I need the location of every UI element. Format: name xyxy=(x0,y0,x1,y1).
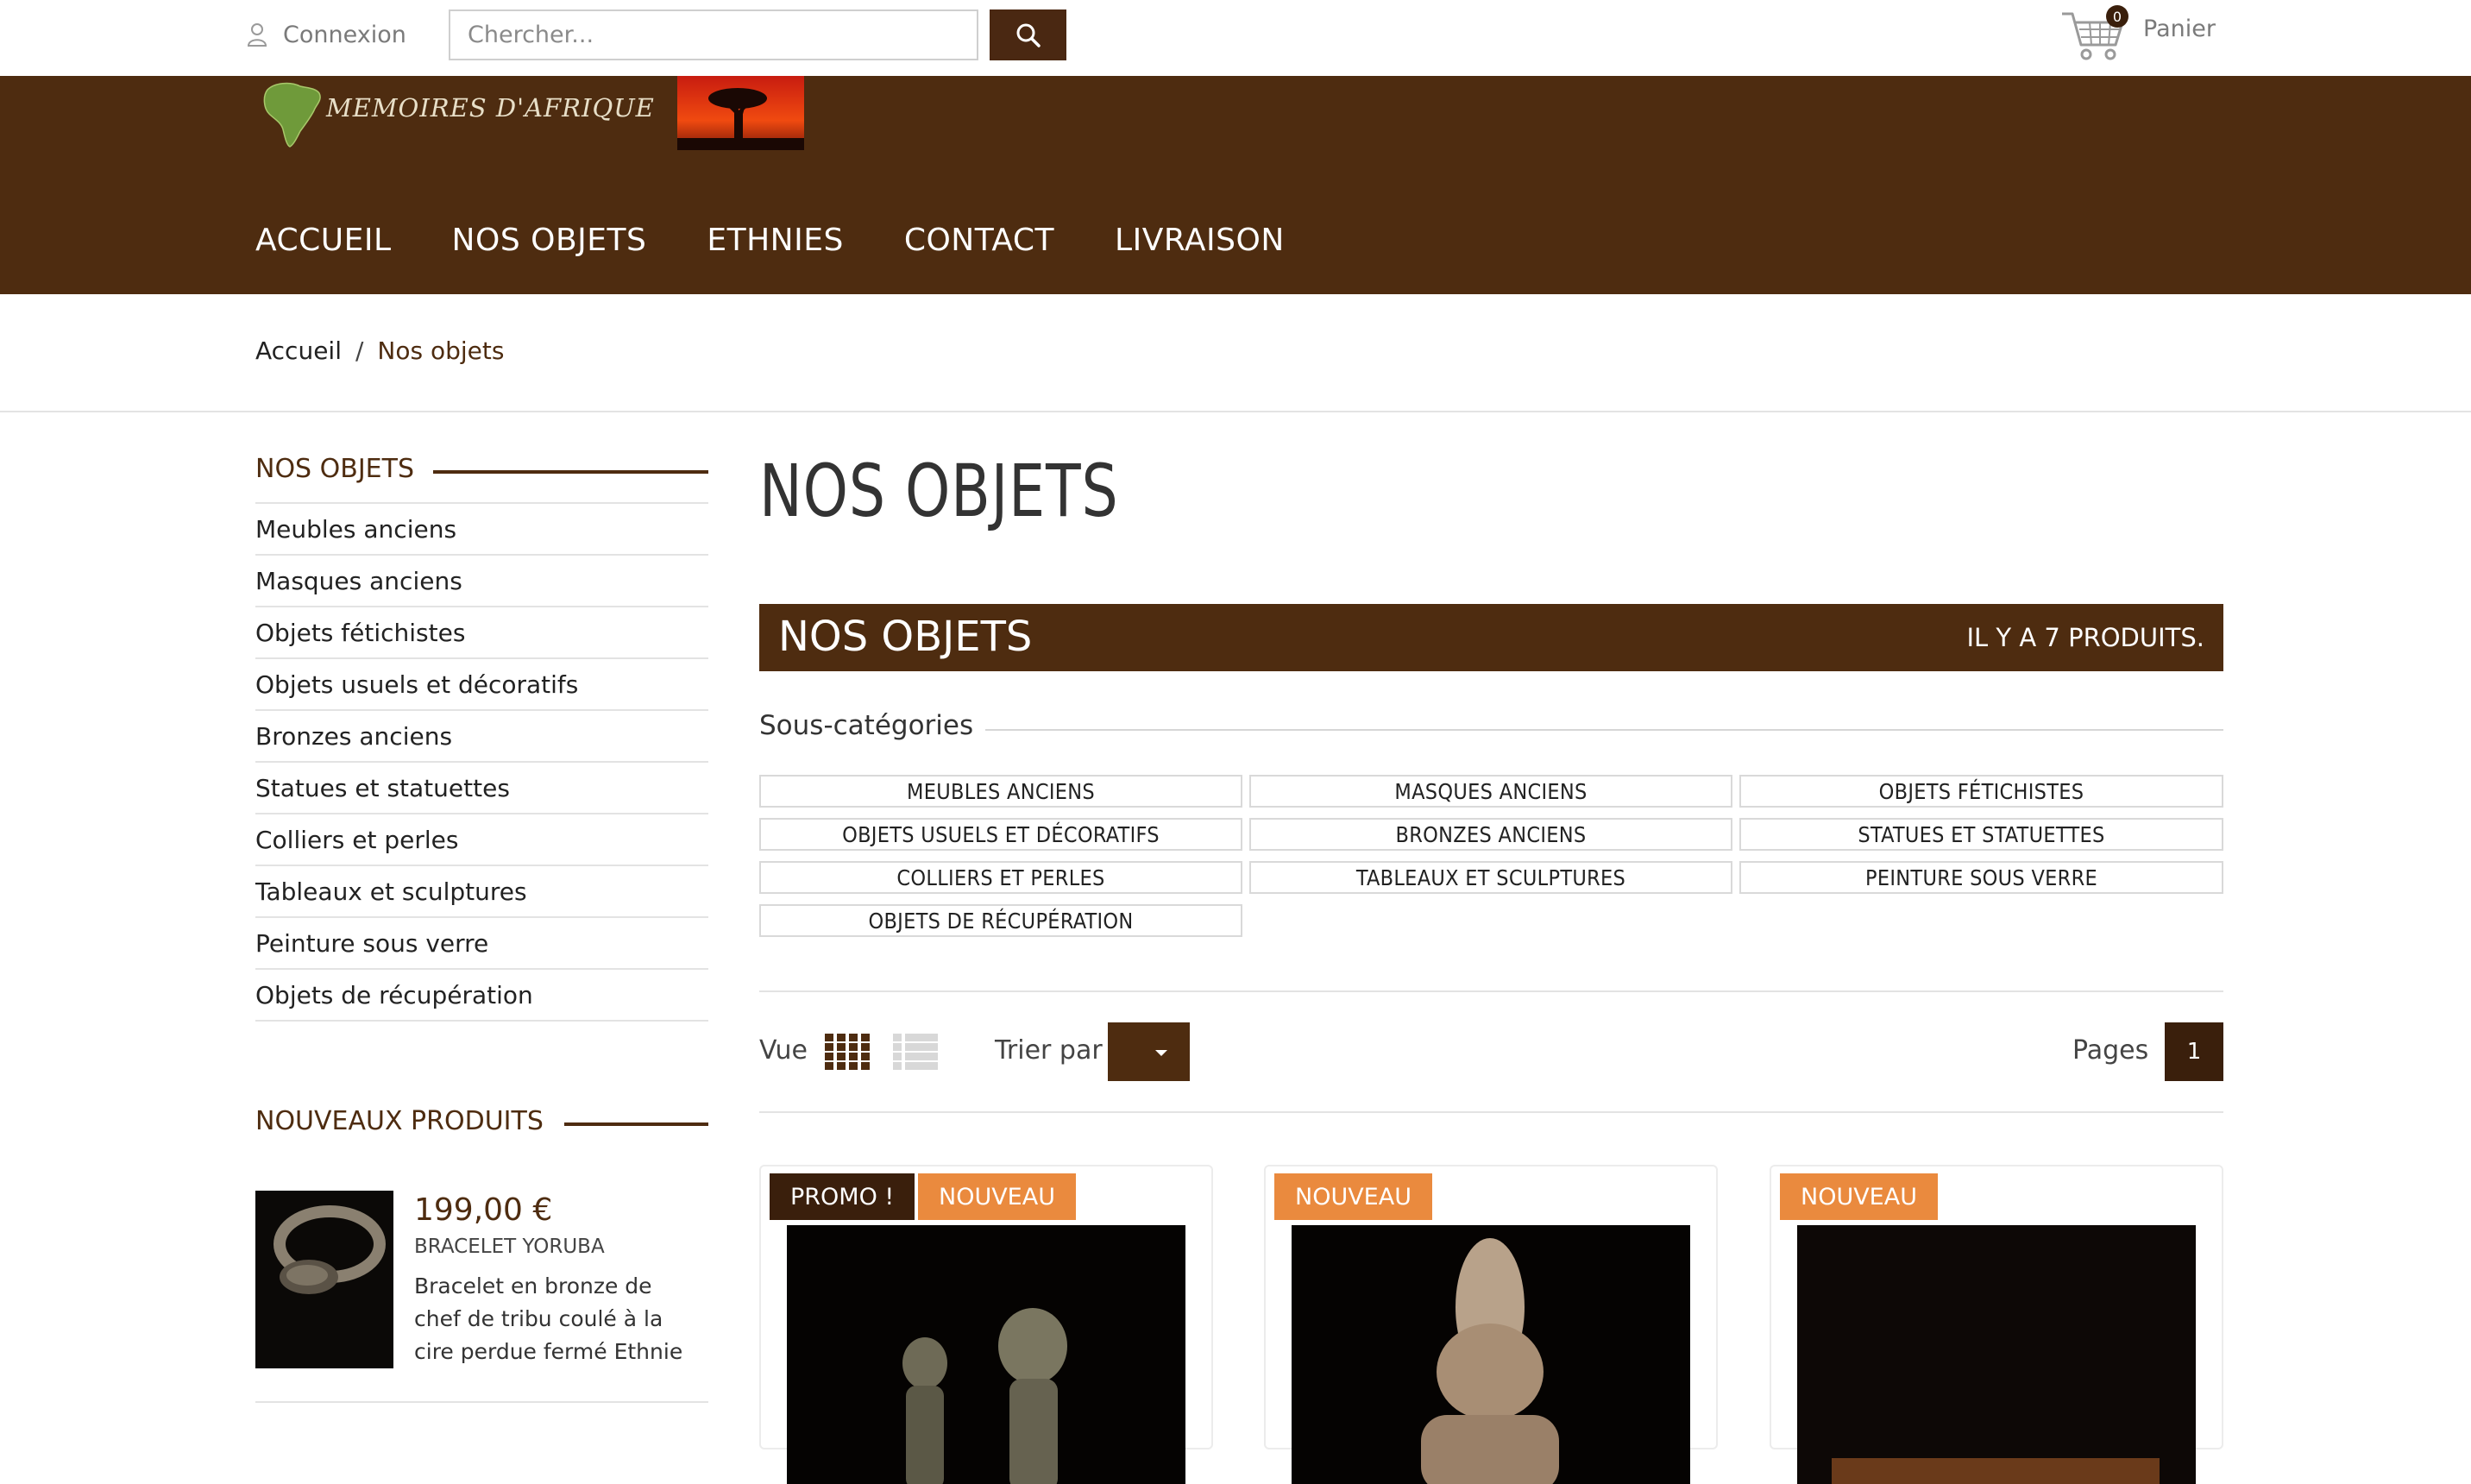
logo-text: MEMOIRES D'AFRIQUE xyxy=(326,93,655,123)
search-button[interactable] xyxy=(990,9,1066,60)
breadcrumb-separator: / xyxy=(355,336,364,365)
bracelet-image xyxy=(255,1191,393,1368)
sort-label: Trier par xyxy=(995,1035,1103,1066)
nav-ethnies[interactable]: ETHNIES xyxy=(707,223,843,258)
sidebar-item-peinture[interactable]: Peinture sous verre xyxy=(255,918,708,970)
breadcrumb-current[interactable]: Nos objets xyxy=(377,336,504,365)
new-product-name[interactable]: BRACELET YORUBA xyxy=(414,1236,605,1258)
subcat-recuperation[interactable]: OBJETS DE RÉCUPÉRATION xyxy=(759,904,1242,937)
toolbar-top-divider xyxy=(759,990,2223,992)
sidebar-item-masques-anciens[interactable]: Masques anciens xyxy=(255,556,708,607)
search-icon xyxy=(1016,23,1041,47)
toolbar-bottom-divider xyxy=(759,1111,2223,1113)
sidebar-item-objets-usuels[interactable]: Objets usuels et décoratifs xyxy=(255,659,708,711)
subcat-objets-fetichistes[interactable]: OBJETS FÉTICHISTES xyxy=(1739,775,2223,808)
new-badge: NOUVEAU xyxy=(1274,1173,1432,1220)
sidebar-item-bronzes-anciens[interactable]: Bronzes anciens xyxy=(255,711,708,763)
site-header: MEMOIRES D'AFRIQUE ACCUEIL NOS OBJETS ET… xyxy=(0,76,2471,294)
new-badge: NOUVEAU xyxy=(1780,1173,1938,1220)
pages-label: Pages xyxy=(2072,1035,2149,1066)
nav-livraison[interactable]: LIVRAISON xyxy=(1115,223,1285,258)
nav-nos-objets[interactable]: NOS OBJETS xyxy=(452,223,647,258)
sidebar-item-tableaux[interactable]: Tableaux et sculptures xyxy=(255,866,708,918)
page-title: NOS OBJETS xyxy=(759,449,1119,533)
subcat-peinture[interactable]: PEINTURE SOUS VERRE xyxy=(1739,861,2223,894)
new-products-title: NOUVEAUX PRODUITS xyxy=(255,1106,564,1136)
subcat-bronzes-anciens[interactable]: BRONZES ANCIENS xyxy=(1249,818,1732,851)
sidebar-item-colliers[interactable]: Colliers et perles xyxy=(255,814,708,866)
product-count: IL Y A 7 PRODUITS. xyxy=(1966,623,2205,652)
subcat-objets-usuels[interactable]: OBJETS USUELS ET DÉCORATIFS xyxy=(759,818,1242,851)
product-card[interactable]: PROMO ! NOUVEAU xyxy=(759,1165,1213,1484)
subcat-tableaux[interactable]: TABLEAUX ET SCULPTURES xyxy=(1249,861,1732,894)
breadcrumb-home[interactable]: Accueil xyxy=(255,336,342,365)
sidebar-item-meubles-anciens[interactable]: Meubles anciens xyxy=(255,504,708,556)
page-1-button[interactable]: 1 xyxy=(2165,1022,2223,1081)
new-products-divider xyxy=(255,1401,708,1403)
category-header-bar: NOS OBJETS IL Y A 7 PRODUITS. xyxy=(759,604,2223,671)
sidebar-item-objets-fetichistes[interactable]: Objets fétichistes xyxy=(255,607,708,659)
sidebar-category-list: Meubles anciens Masques anciens Objets f… xyxy=(255,502,708,1022)
sidebar-title: NOS OBJETS xyxy=(255,454,433,484)
sidebar-item-recuperation[interactable]: Objets de récupération xyxy=(255,970,708,1022)
product-image[interactable] xyxy=(787,1225,1185,1484)
baobab-sunset-image xyxy=(677,76,804,150)
product-card[interactable]: NOUVEAU xyxy=(1770,1165,2223,1484)
sort-dropdown[interactable] xyxy=(1108,1022,1190,1081)
product-image[interactable] xyxy=(1292,1225,1690,1484)
list-view-icon[interactable] xyxy=(893,1034,938,1070)
product-image[interactable] xyxy=(1797,1225,2196,1484)
top-bar: Connexion 0 Panier xyxy=(0,0,2471,76)
grid-view-icon[interactable] xyxy=(825,1034,873,1070)
new-badge: NOUVEAU xyxy=(918,1173,1076,1220)
breadcrumb: Accueil / Nos objets xyxy=(255,336,504,365)
new-product-description: Bracelet en bronze de chef de tribu coul… xyxy=(414,1273,683,1364)
user-icon xyxy=(247,23,267,47)
chevron-down-icon xyxy=(1155,1050,1167,1056)
new-product-price: 199,00 € xyxy=(414,1192,553,1228)
subcat-masques-anciens[interactable]: MASQUES ANCIENS xyxy=(1249,775,1732,808)
sidebar-item-statues[interactable]: Statues et statuettes xyxy=(255,763,708,814)
cart-label[interactable]: Panier xyxy=(2143,16,2216,42)
subcat-statues[interactable]: STATUES ET STATUETTES xyxy=(1739,818,2223,851)
view-label: Vue xyxy=(759,1035,808,1066)
nav-contact[interactable]: CONTACT xyxy=(904,223,1054,258)
login-label: Connexion xyxy=(283,21,406,48)
promo-badge: PROMO ! xyxy=(770,1173,915,1220)
login-link[interactable]: Connexion xyxy=(247,17,406,52)
category-title: NOS OBJETS xyxy=(778,613,1033,661)
subcat-colliers[interactable]: COLLIERS ET PERLES xyxy=(759,861,1242,894)
product-card[interactable]: NOUVEAU xyxy=(1264,1165,1718,1484)
search-input[interactable] xyxy=(449,9,978,60)
breadcrumb-divider xyxy=(0,411,2471,412)
nav-accueil[interactable]: ACCUEIL xyxy=(255,223,392,258)
cart-count-badge: 0 xyxy=(2106,5,2128,28)
new-product-image[interactable] xyxy=(255,1191,393,1368)
main-nav: ACCUEIL NOS OBJETS ETHNIES CONTACT LIVRA… xyxy=(255,223,1345,258)
subcategories-label: Sous-catégories xyxy=(759,710,986,741)
subcat-meubles-anciens[interactable]: MEUBLES ANCIENS xyxy=(759,775,1242,808)
